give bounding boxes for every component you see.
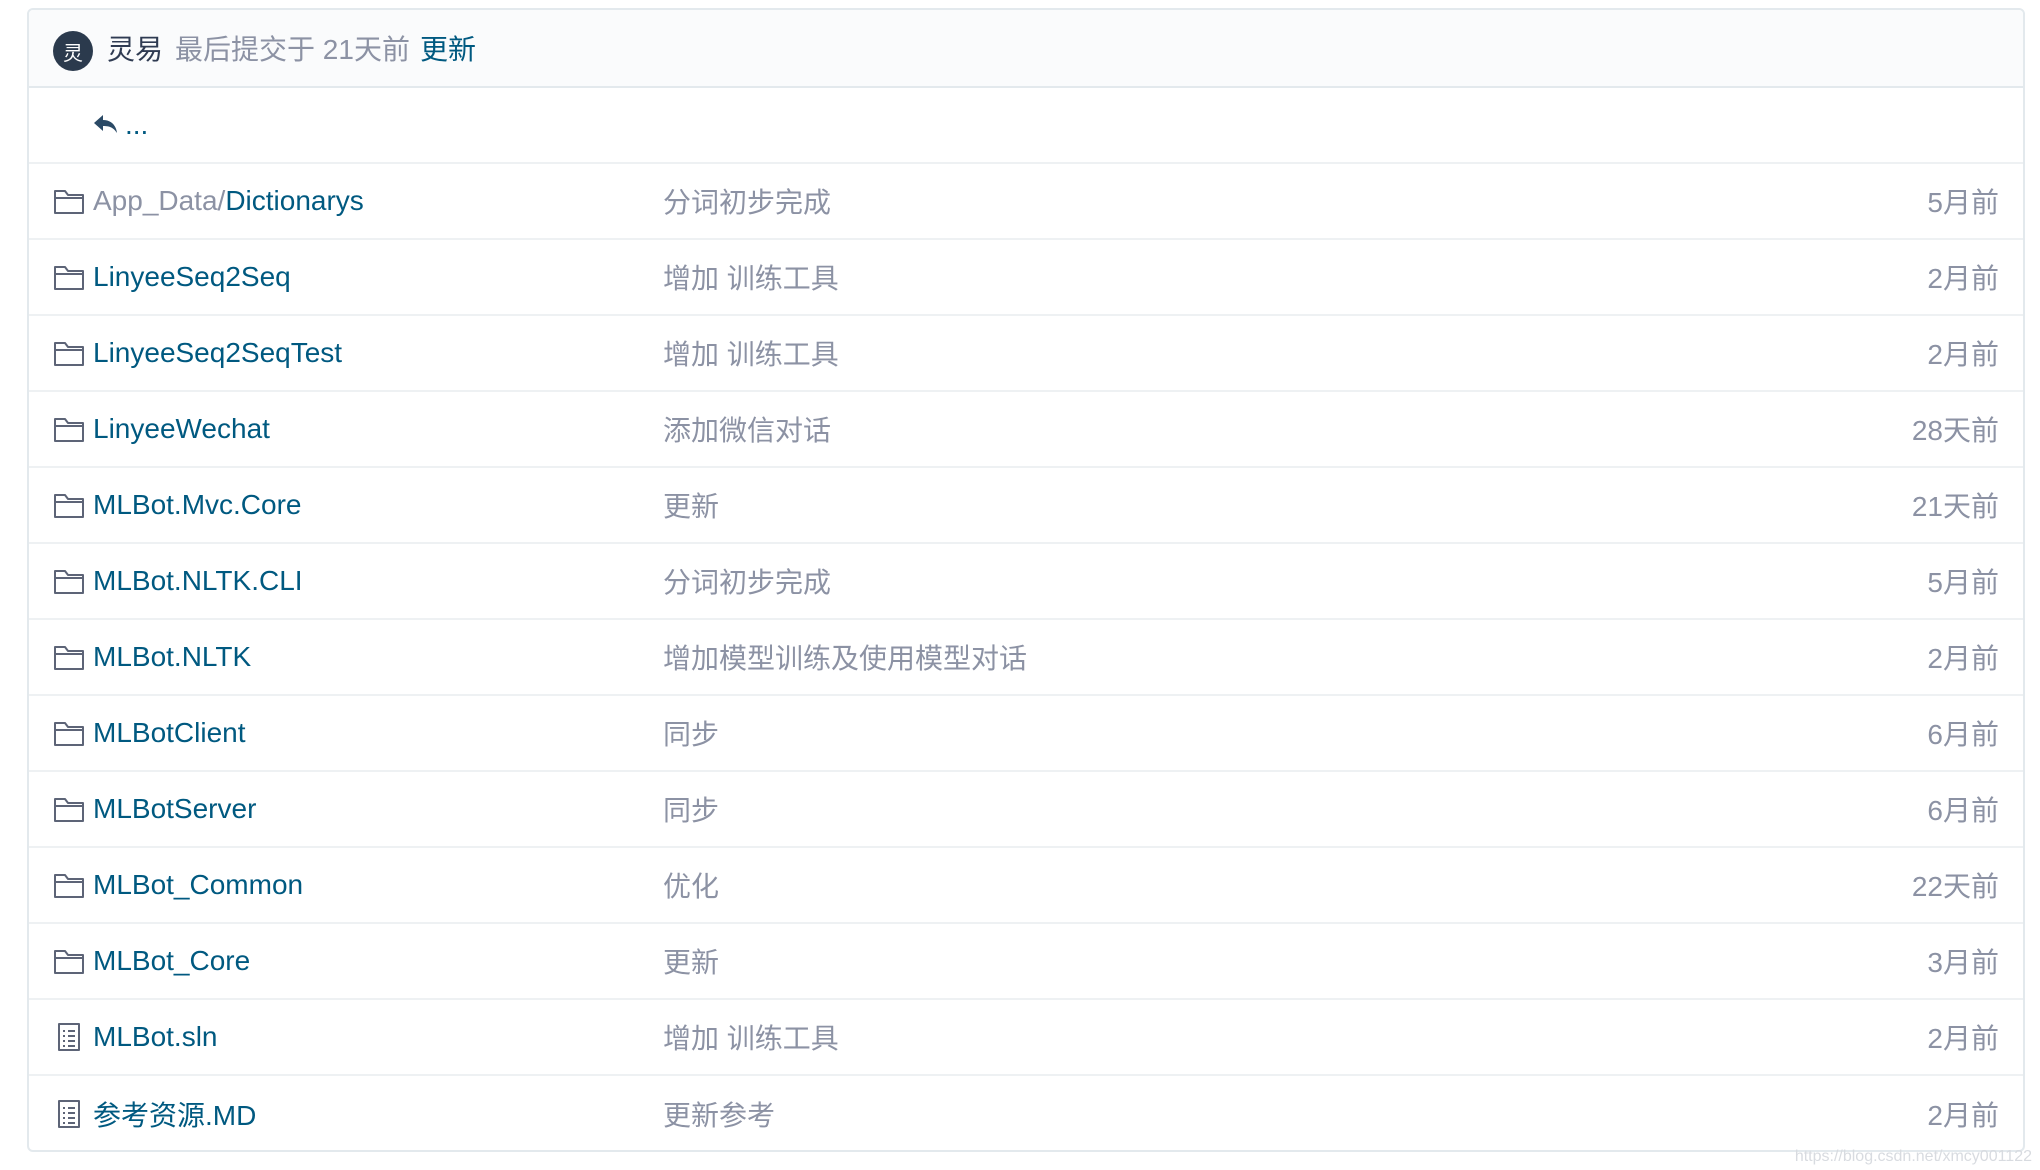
last-commit-age: 5月前 xyxy=(1927,567,1999,598)
last-commit-message[interactable]: 增加模型训练及使用模型对话 xyxy=(663,637,1027,677)
file-row[interactable]: 参考资源.MD 更新参考 2月前 xyxy=(29,1076,2023,1150)
file-row[interactable]: MLBot.NLTK.CLI 分词初步完成 5月前 xyxy=(29,544,2023,620)
file-row[interactable]: MLBot_Core 更新 3月前 xyxy=(29,924,2023,1000)
file-row[interactable]: MLBot.sln 增加 训练工具 2月前 xyxy=(29,1000,2023,1076)
file-row[interactable]: LinyeeSeq2Seq 增加 训练工具 2月前 xyxy=(29,240,2023,316)
folder-icon xyxy=(53,566,85,596)
entry-name[interactable]: LinyeeSeq2SeqTest xyxy=(93,337,342,368)
parent-directory-link[interactable]: ... xyxy=(93,109,148,141)
entry-name[interactable]: LinyeeWechat xyxy=(93,413,270,444)
last-commit-message[interactable]: 增加 训练工具 xyxy=(663,333,839,373)
last-commit-age: 28天前 xyxy=(1911,415,1999,446)
folder-icon xyxy=(53,414,85,444)
entry-name[interactable]: MLBot.Mvc.Core xyxy=(93,489,302,520)
commit-time: 最后提交于 21天前 xyxy=(175,34,410,65)
folder-name-link[interactable]: LinyeeWechat xyxy=(93,413,270,445)
entry-name[interactable]: MLBot.sln xyxy=(93,1021,218,1052)
file-row[interactable]: LinyeeWechat 添加微信对话 28天前 xyxy=(29,392,2023,468)
last-commit-age: 5月前 xyxy=(1927,187,1999,218)
repo-file-browser: 灵 灵易 最后提交于 21天前 更新 ... App_Data/Dictiona… xyxy=(27,8,2025,1152)
entry-name[interactable]: MLBot_Common xyxy=(93,869,303,900)
last-commit-message[interactable]: 优化 xyxy=(663,865,719,905)
entry-name[interactable]: MLBotClient xyxy=(93,717,246,748)
folder-name-link[interactable]: LinyeeSeq2Seq xyxy=(93,261,291,293)
folder-icon xyxy=(53,338,85,368)
last-commit-message[interactable]: 更新参考 xyxy=(663,1094,775,1134)
last-commit-age: 6月前 xyxy=(1927,795,1999,826)
folder-name-link[interactable]: MLBot.NLTK xyxy=(93,641,251,673)
folder-name-link[interactable]: MLBotClient xyxy=(93,717,246,749)
file-text-icon xyxy=(53,1022,85,1052)
entry-name[interactable]: MLBotServer xyxy=(93,793,256,824)
folder-icon xyxy=(53,490,85,520)
folder-icon xyxy=(53,718,85,748)
folder-icon xyxy=(53,642,85,672)
last-commit-age: 21天前 xyxy=(1911,491,1999,522)
last-commit-message[interactable]: 添加微信对话 xyxy=(663,409,831,449)
folder-name-link[interactable]: MLBot.Mvc.Core xyxy=(93,489,302,521)
folder-name-link[interactable]: LinyeeSeq2SeqTest xyxy=(93,337,342,369)
last-commit-message[interactable]: 更新 xyxy=(663,941,719,981)
entry-name[interactable]: MLBot.NLTK.CLI xyxy=(93,565,303,596)
entry-name[interactable]: MLBot_Core xyxy=(93,945,250,976)
last-commit-age: 2月前 xyxy=(1927,1023,1999,1054)
folder-name-link[interactable]: MLBot_Common xyxy=(93,869,303,901)
file-row[interactable]: MLBotClient 同步 6月前 xyxy=(29,696,2023,772)
last-commit-age: 2月前 xyxy=(1927,339,1999,370)
parent-directory-label: ... xyxy=(125,109,149,140)
folder-path-prefix[interactable]: App_Data/ xyxy=(93,185,225,216)
folder-icon xyxy=(53,186,85,216)
avatar-initial: 灵 xyxy=(63,42,83,65)
last-commit-message[interactable]: 增加 训练工具 xyxy=(663,257,839,297)
file-list: App_Data/Dictionarys 分词初步完成 5月前 LinyeeSeq2S… xyxy=(29,164,2023,1150)
last-commit-age: 6月前 xyxy=(1927,719,1999,750)
last-commit-age: 22天前 xyxy=(1911,871,1999,902)
last-commit-message[interactable]: 增加 训练工具 xyxy=(663,1017,839,1057)
file-text-icon xyxy=(53,1099,85,1129)
file-row[interactable]: App_Data/Dictionarys 分词初步完成 5月前 xyxy=(29,164,2023,240)
folder-name-link[interactable]: App_Data/Dictionarys xyxy=(93,185,364,217)
commit-message-link[interactable]: 更新 xyxy=(420,28,476,68)
entry-name[interactable]: MLBot.NLTK xyxy=(93,641,251,672)
folder-name-link[interactable]: MLBot.NLTK.CLI xyxy=(93,565,303,597)
last-commit-age: 2月前 xyxy=(1927,263,1999,294)
folder-icon xyxy=(53,262,85,292)
file-row[interactable]: MLBotServer 同步 6月前 xyxy=(29,772,2023,848)
last-commit-age: 3月前 xyxy=(1927,947,1999,978)
entry-name[interactable]: Dictionarys xyxy=(225,185,363,216)
commit-author[interactable]: 灵易 xyxy=(107,28,163,68)
author-avatar[interactable]: 灵 xyxy=(53,31,93,71)
folder-icon xyxy=(53,870,85,900)
folder-icon xyxy=(53,946,85,976)
last-commit-message[interactable]: 同步 xyxy=(663,713,719,753)
last-commit-message[interactable]: 分词初步完成 xyxy=(663,181,831,221)
folder-icon xyxy=(53,794,85,824)
last-commit-age: 2月前 xyxy=(1927,643,1999,674)
file-name-link[interactable]: MLBot.sln xyxy=(93,1021,218,1053)
folder-name-link[interactable]: MLBot_Core xyxy=(93,945,250,977)
last-commit-message[interactable]: 分词初步完成 xyxy=(663,561,831,601)
folder-name-link[interactable]: MLBotServer xyxy=(93,793,256,825)
file-name-link[interactable]: 参考资源.MD xyxy=(93,1094,256,1134)
last-commit-message[interactable]: 更新 xyxy=(663,485,719,525)
reply-arrow-icon xyxy=(94,115,117,133)
entry-name[interactable]: 参考资源.MD xyxy=(93,1100,256,1131)
file-row[interactable]: LinyeeSeq2SeqTest 增加 训练工具 2月前 xyxy=(29,316,2023,392)
entry-name[interactable]: LinyeeSeq2Seq xyxy=(93,261,291,292)
file-row[interactable]: MLBot.NLTK 增加模型训练及使用模型对话 2月前 xyxy=(29,620,2023,696)
file-row[interactable]: MLBot_Common 优化 22天前 xyxy=(29,848,2023,924)
watermark: https://blog.csdn.net/xmcy001122 xyxy=(1794,1148,2032,1165)
parent-directory-row: ... xyxy=(29,88,2023,164)
last-commit-message[interactable]: 同步 xyxy=(663,789,719,829)
file-row[interactable]: MLBot.Mvc.Core 更新 21天前 xyxy=(29,468,2023,544)
latest-commit-bar: 灵 灵易 最后提交于 21天前 更新 xyxy=(29,10,2023,88)
last-commit-age: 2月前 xyxy=(1927,1100,1999,1131)
